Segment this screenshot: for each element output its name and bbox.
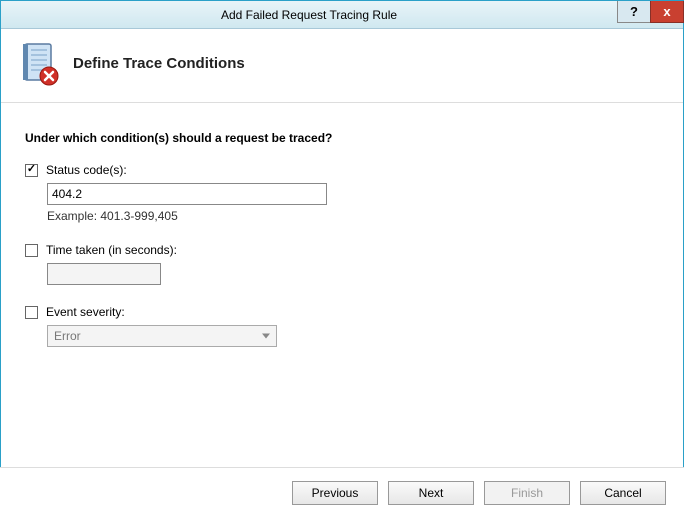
titlebar-buttons: ? x [617, 1, 683, 28]
event-severity-section: Event severity: Error [25, 305, 659, 347]
next-button[interactable]: Next [388, 481, 474, 505]
time-taken-checkbox[interactable] [25, 244, 38, 257]
prompt-text: Under which condition(s) should a reques… [25, 131, 659, 145]
event-severity-label: Event severity: [46, 305, 125, 319]
status-codes-section: Status code(s): Example: 401.3-999,405 [25, 163, 659, 223]
previous-button[interactable]: Previous [292, 481, 378, 505]
page-title: Define Trace Conditions [73, 55, 245, 72]
status-codes-label: Status code(s): [46, 163, 127, 177]
time-taken-input [47, 263, 161, 285]
titlebar: Add Failed Request Tracing Rule ? x [1, 1, 683, 29]
cancel-button[interactable]: Cancel [580, 481, 666, 505]
status-codes-example: Example: 401.3-999,405 [47, 209, 659, 223]
window-title: Add Failed Request Tracing Rule [1, 8, 617, 22]
event-severity-select: Error [47, 325, 277, 347]
chevron-down-icon [262, 334, 270, 339]
content-area: Under which condition(s) should a reques… [1, 103, 683, 377]
close-button[interactable]: x [650, 1, 684, 23]
wizard-header: Define Trace Conditions [1, 29, 683, 103]
help-button[interactable]: ? [617, 1, 651, 23]
time-taken-label: Time taken (in seconds): [46, 243, 177, 257]
event-severity-selected: Error [54, 329, 81, 343]
status-codes-input[interactable] [47, 183, 327, 205]
finish-button: Finish [484, 481, 570, 505]
status-codes-checkbox[interactable] [25, 164, 38, 177]
time-taken-section: Time taken (in seconds): [25, 243, 659, 285]
event-severity-checkbox[interactable] [25, 306, 38, 319]
notebook-error-icon [19, 42, 59, 86]
wizard-footer: Previous Next Finish Cancel [0, 467, 684, 517]
